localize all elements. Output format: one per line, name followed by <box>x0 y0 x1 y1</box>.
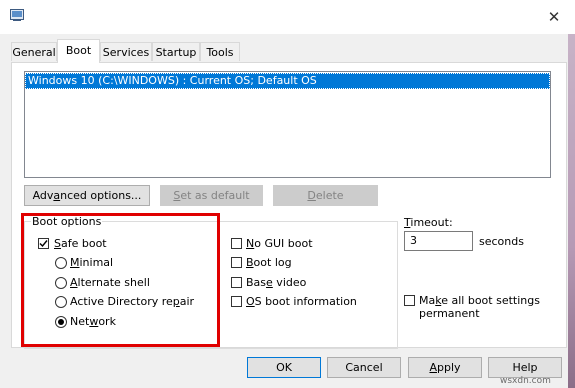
label-suffix: e all boot settings <box>441 294 540 307</box>
no-gui-boot-label[interactable]: No GUI boot <box>246 237 313 250</box>
close-button[interactable]: ✕ <box>540 5 568 29</box>
timeout-unit-label: seconds <box>479 235 524 248</box>
tab-boot[interactable]: Boot <box>57 39 100 63</box>
help-button[interactable]: Help <box>488 357 562 378</box>
tab-label: General <box>12 46 56 59</box>
label-suffix: lternate shell <box>77 276 150 289</box>
label-mnemonic: O <box>246 295 255 308</box>
advanced-options-button[interactable]: Advanced options... <box>24 185 150 206</box>
label-mnemonic: w <box>89 315 99 328</box>
label-suffix: oot log <box>253 256 292 269</box>
boot-log-checkbox[interactable] <box>231 257 242 268</box>
label-prefix: Bas <box>246 276 267 289</box>
label-suffix: ork <box>98 315 116 328</box>
base-video-checkbox[interactable] <box>231 277 242 288</box>
btn-text-suffix: pply <box>437 361 461 374</box>
os-boot-information-label[interactable]: OS boot information <box>246 295 357 308</box>
network-label[interactable]: Network <box>70 315 116 328</box>
tab-tools[interactable]: Tools <box>200 42 240 61</box>
label-mnemonic: e <box>266 276 273 289</box>
label-prefix: Ma <box>419 294 436 307</box>
btn-text-suffix: elete <box>315 189 344 202</box>
safe-boot-checkbox[interactable] <box>38 238 49 249</box>
label-mnemonic: N <box>246 237 255 250</box>
label-suffix: S boot information <box>254 295 357 308</box>
btn-text-mnemonic: D <box>307 189 316 202</box>
boot-options-group-label: Boot options <box>31 215 103 228</box>
tab-services[interactable]: Services <box>100 42 152 61</box>
msconfig-app-icon <box>10 9 24 21</box>
system-configuration-window: ✕ General Boot Services Startup Tools Wi… <box>0 0 575 388</box>
tab-startup[interactable]: Startup <box>152 42 200 61</box>
label-suffix: video <box>272 276 307 289</box>
minimal-label[interactable]: Minimal <box>70 256 113 269</box>
label-suffix: afe boot <box>60 237 107 250</box>
label-mnemonic: p <box>172 295 180 308</box>
delete-button[interactable]: Delete <box>273 185 378 206</box>
os-list-item-label: Windows 10 (C:\WINDOWS) : Current OS; De… <box>28 74 317 87</box>
alternate-shell-radio[interactable] <box>55 277 67 289</box>
btn-text-suffix: nced options... <box>60 189 142 202</box>
label-mnemonic: A <box>70 276 78 289</box>
label-suffix: air <box>179 295 195 308</box>
label-suffix: imeout: <box>410 216 453 229</box>
no-gui-boot-checkbox[interactable] <box>231 238 242 249</box>
alternate-shell-label[interactable]: Alternate shell <box>70 276 150 289</box>
label-prefix: Active Directory re <box>70 295 173 308</box>
active-directory-repair-label[interactable]: Active Directory repair <box>70 295 194 308</box>
watermark-text: wsxdn.com <box>500 376 551 386</box>
base-video-label[interactable]: Base video <box>246 276 306 289</box>
btn-text-suffix: et as default <box>180 189 250 202</box>
ok-button[interactable]: OK <box>247 357 321 378</box>
timeout-value: 3 <box>410 234 417 247</box>
checkmark-icon <box>39 240 48 248</box>
make-permanent-label[interactable]: Make all boot settings <box>419 294 540 307</box>
close-icon: ✕ <box>547 8 561 26</box>
title-bar[interactable] <box>0 0 575 34</box>
make-permanent-label-line2[interactable]: permanent <box>419 307 480 320</box>
btn-text: Cancel <box>345 361 383 374</box>
tab-label: Tools <box>206 46 234 59</box>
os-boot-information-checkbox[interactable] <box>231 296 242 307</box>
network-radio[interactable] <box>55 316 67 328</box>
btn-text-mnemonic: A <box>429 361 437 374</box>
btn-text-prefix: Adv <box>32 189 54 202</box>
label-mnemonic: S <box>54 237 61 250</box>
os-list-item-selected[interactable]: Windows 10 (C:\WINDOWS) : Current OS; De… <box>25 73 550 89</box>
set-as-default-button[interactable]: Set as default <box>160 185 263 206</box>
timeout-label: Timeout: <box>404 216 453 229</box>
tab-label: Services <box>102 46 150 59</box>
make-permanent-checkbox[interactable] <box>404 295 415 306</box>
minimal-radio[interactable] <box>55 257 67 269</box>
label-suffix: inimal <box>79 256 114 269</box>
tab-general[interactable]: General <box>11 42 57 61</box>
label-mnemonic: M <box>70 256 80 269</box>
desktop-background-strip <box>568 34 575 388</box>
label-suffix: o GUI boot <box>254 237 313 250</box>
cancel-button[interactable]: Cancel <box>327 357 401 378</box>
safe-boot-label[interactable]: Safe boot <box>54 237 107 250</box>
apply-button[interactable]: Apply <box>408 357 482 378</box>
label-mnemonic: B <box>246 256 254 269</box>
btn-text: OK <box>276 361 292 374</box>
btn-text: Help <box>512 361 538 374</box>
active-directory-repair-radio[interactable] <box>55 296 67 308</box>
tab-label: Startup <box>155 46 197 59</box>
boot-log-label[interactable]: Boot log <box>246 256 292 269</box>
label-prefix: Net <box>70 315 90 328</box>
timeout-input[interactable]: 3 <box>404 231 473 251</box>
tab-label: Boot <box>65 44 92 57</box>
